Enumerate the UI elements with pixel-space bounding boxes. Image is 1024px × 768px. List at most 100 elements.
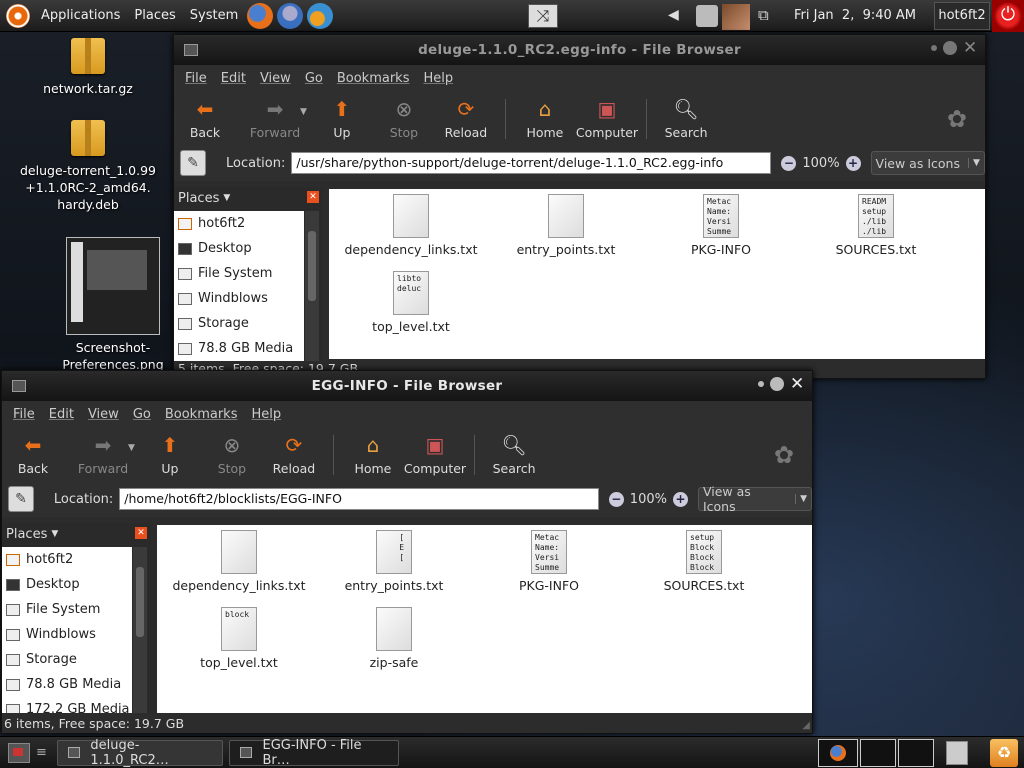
menu-view[interactable]: View (81, 407, 126, 422)
location-input[interactable]: /usr/share/python-support/deluge-torrent… (291, 152, 772, 174)
places-menu[interactable]: Places (127, 0, 182, 32)
system-menu[interactable]: System (183, 0, 245, 32)
close-button[interactable]: ✕ (790, 376, 804, 393)
workspace-1[interactable] (818, 739, 858, 767)
home-button[interactable]: ⌂ Home (342, 433, 404, 476)
zoom-in-button[interactable]: + (845, 155, 861, 171)
sidebar-item-filesystem[interactable]: File System (174, 261, 304, 286)
applications-menu[interactable]: Applications (34, 0, 127, 32)
edit-location-toggle[interactable]: ✎ (180, 150, 206, 176)
reload-button[interactable]: ⟳ Reload (435, 97, 497, 140)
sidebar-item-windblows[interactable]: Windblows (174, 286, 304, 311)
edit-location-toggle[interactable]: ✎ (8, 486, 34, 512)
zoom-in-button[interactable]: + (672, 491, 688, 507)
sidebar-item-desktop[interactable]: Desktop (2, 572, 132, 597)
location-input[interactable]: /home/hot6ft2/blocklists/EGG-INFO (119, 488, 599, 510)
sidebar-header[interactable]: Places ▼ ✕ (2, 523, 151, 545)
computer-button[interactable]: ▣ Computer (404, 433, 466, 476)
applet-icon[interactable] (946, 741, 968, 765)
up-button[interactable]: ⬆ Up (139, 433, 201, 476)
sidebar-item-storage[interactable]: Storage (2, 647, 132, 672)
ubuntu-logo-icon[interactable] (6, 3, 30, 28)
workspace-2[interactable] (860, 739, 896, 767)
file-item[interactable]: Metac Name: Versi Summe PKG-INFO (474, 530, 624, 593)
file-item[interactable]: [ E [entry_points.txt (319, 530, 469, 593)
back-button[interactable]: ⬅ Back (174, 97, 236, 140)
zoom-out-button[interactable]: − (608, 491, 624, 507)
sidebar-item-media[interactable]: 78.8 GB Media (2, 672, 132, 697)
sidebar-scrollbar[interactable] (305, 211, 319, 361)
menu-go[interactable]: Go (126, 407, 158, 422)
sidebar-header[interactable]: Places ▼ ✕ (174, 187, 323, 209)
file-item[interactable]: block top_level.txt (164, 607, 314, 670)
menu-file[interactable]: File (6, 407, 42, 422)
home-button[interactable]: ⌂ Home (514, 97, 576, 140)
sidebar-item-home[interactable]: hot6ft2 (2, 547, 132, 572)
sidebar-item-storage[interactable]: Storage (174, 311, 304, 336)
window-titlebar[interactable]: EGG-INFO - File Browser ✕ (2, 371, 812, 401)
evolution-icon[interactable] (307, 2, 334, 29)
stop-button[interactable]: ⊗ Stop (201, 433, 263, 476)
user-avatar-icon[interactable] (722, 4, 750, 30)
file-item[interactable]: READM setup ./lib ./lib SOURCES.txt (801, 194, 951, 257)
close-button[interactable]: ✕ (963, 40, 977, 57)
sidebar-item-filesystem[interactable]: File System (2, 597, 132, 622)
stop-button[interactable]: ⊗ Stop (373, 97, 435, 140)
menu-help[interactable]: Help (244, 407, 288, 422)
sidebar-item-media-2[interactable]: 172.2 GB Media (2, 697, 132, 713)
firefox-icon[interactable] (247, 2, 274, 29)
minimize-button[interactable] (931, 45, 937, 51)
forward-button[interactable]: ➡ Forward (244, 97, 306, 140)
reload-button[interactable]: ⟳ Reload (263, 433, 325, 476)
file-item[interactable]: dependency_links.txt (164, 530, 314, 593)
sidebar-item-media[interactable]: 78.8 GB Media (174, 336, 304, 361)
menu-go[interactable]: Go (298, 71, 330, 86)
file-browser-window-deluge[interactable]: deluge-1.1.0_RC2.egg-info - File Browser… (173, 34, 986, 379)
window-titlebar[interactable]: deluge-1.1.0_RC2.egg-info - File Browser… (174, 35, 985, 65)
forward-history-dropdown[interactable]: ▼ (128, 443, 135, 453)
forward-history-dropdown[interactable]: ▼ (300, 107, 307, 117)
desktop-icon-screenshot[interactable]: Screenshot- Preferences.png (38, 237, 188, 373)
menu-file[interactable]: File (178, 71, 214, 86)
file-item[interactable]: setup Block Block Block SOURCES.txt (629, 530, 779, 593)
taskbar-item-egg-info[interactable]: EGG-INFO - File Br… (228, 738, 399, 768)
minimize-button[interactable] (758, 381, 764, 387)
taskbar-item-deluge[interactable]: deluge-1.1.0_RC2… (56, 738, 223, 768)
workspace-switcher[interactable] (818, 739, 934, 767)
menu-view[interactable]: View (253, 71, 298, 86)
window-switcher-icon[interactable]: ⤨ (528, 4, 558, 28)
menu-bookmarks[interactable]: Bookmarks (158, 407, 245, 422)
search-button[interactable]: 🔍︎ Search (655, 97, 717, 140)
menu-edit[interactable]: Edit (214, 71, 253, 86)
sidebar-item-home[interactable]: hot6ft2 (174, 211, 304, 236)
up-button[interactable]: ⬆ Up (311, 97, 373, 140)
resize-grip-icon[interactable]: ◢ (802, 720, 810, 731)
desktop-icon-network-tar[interactable]: network.tar.gz (13, 38, 163, 97)
view-mode-select[interactable]: View as Icons ▼ (697, 484, 812, 514)
forward-button[interactable]: ➡ Forward (72, 433, 134, 476)
file-item[interactable]: dependency_links.txt (336, 194, 486, 257)
file-browser-window-egg-info[interactable]: EGG-INFO - File Browser ✕ File Edit View… (1, 370, 813, 734)
maximize-button[interactable] (770, 377, 784, 391)
show-desktop-button[interactable] (8, 742, 30, 763)
power-icon[interactable]: ⏻ (992, 0, 1024, 32)
workspace-3[interactable] (898, 739, 934, 767)
back-button[interactable]: ⬅ Back (2, 433, 64, 476)
file-item[interactable]: entry_points.txt (491, 194, 641, 257)
sidebar-item-desktop[interactable]: Desktop (174, 236, 304, 261)
update-notifier-icon[interactable] (696, 5, 718, 27)
thunderbird-icon[interactable] (277, 2, 304, 29)
workspace-icon[interactable]: ⧉ (758, 6, 769, 24)
menu-help[interactable]: Help (416, 71, 460, 86)
sidebar-item-windblows[interactable]: Windblows (2, 622, 132, 647)
clock[interactable]: Fri Jan 2, 9:40 AM (794, 0, 916, 32)
search-button[interactable]: 🔍︎ Search (483, 433, 545, 476)
maximize-button[interactable] (943, 41, 957, 55)
desktop-icon-deluge-deb[interactable]: deluge-torrent_1.0.99 +1.1.0RC-2_amd64. … (13, 120, 163, 213)
user-switcher-button[interactable]: hot6ft2 (934, 2, 990, 30)
file-item[interactable]: zip-safe (319, 607, 469, 670)
menu-edit[interactable]: Edit (42, 407, 81, 422)
menu-bookmarks[interactable]: Bookmarks (330, 71, 417, 86)
close-sidebar-icon[interactable]: ✕ (135, 527, 147, 539)
sidebar-scrollbar[interactable] (133, 547, 147, 713)
